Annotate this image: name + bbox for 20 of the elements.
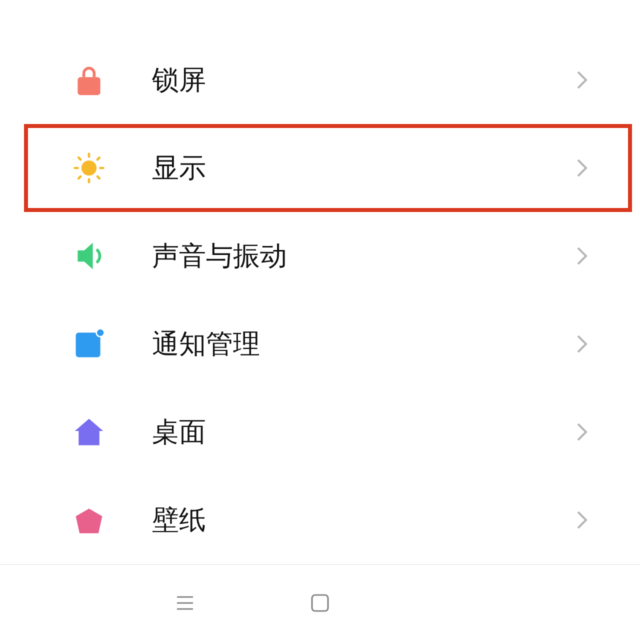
setting-label: 桌面 (152, 416, 207, 450)
settings-item[interactable]: 壁纸 (24, 476, 632, 564)
chevron-right-icon (576, 158, 588, 178)
sun-icon (72, 151, 106, 185)
setting-label: 锁屏 (152, 64, 207, 98)
settings-item[interactable]: 桌面 (24, 388, 632, 476)
setting-label: 通知管理 (152, 328, 261, 362)
chevron-right-icon (576, 334, 588, 354)
setting-label: 显示 (152, 152, 207, 186)
settings-item[interactable]: 锁屏 (24, 36, 632, 124)
settings-item[interactable]: 通知管理 (24, 300, 632, 388)
settings-item[interactable]: 显示 (24, 124, 632, 212)
chevron-right-icon (576, 70, 588, 90)
chevron-right-icon (576, 510, 588, 530)
chevron-right-icon (576, 422, 588, 442)
setting-label: 声音与振动 (152, 240, 288, 274)
setting-label: 壁纸 (152, 504, 207, 538)
chevron-right-icon (576, 246, 588, 266)
settings-item[interactable]: 声音与振动 (24, 212, 632, 300)
home-icon[interactable] (310, 592, 330, 612)
